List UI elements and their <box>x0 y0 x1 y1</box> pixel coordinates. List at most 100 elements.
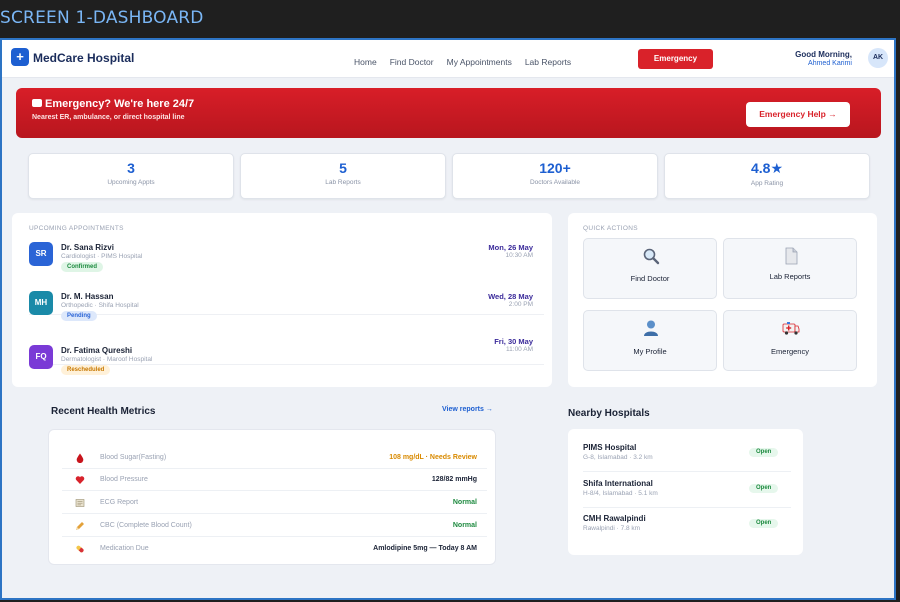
view-reports-link[interactable]: View reports → <box>442 406 493 413</box>
hospital-name: PIMS Hospital <box>583 443 637 452</box>
metric-label: CBC (Complete Blood Count) <box>100 522 192 529</box>
stat-card-doctors: 120+ Doctors Available <box>452 153 658 199</box>
appointment-date: Fri, 30 May <box>494 337 533 346</box>
document-icon <box>785 247 798 265</box>
status-badge: Pending <box>61 311 97 321</box>
metric-label: Blood Sugar(Fasting) <box>100 454 167 461</box>
health-metrics-title: Recent Health Metrics <box>51 406 156 417</box>
appointment-time: 2:00 PM <box>508 301 533 308</box>
emergency-help-button[interactable]: Emergency Help → <box>746 102 850 127</box>
doctor-name: Dr. M. Hassan <box>61 292 114 301</box>
panel-label: UPCOMING APPOINTMENTS <box>29 225 124 232</box>
nav-find-doctor[interactable]: Find Doctor <box>390 57 434 67</box>
metric-row[interactable]: CBC (Complete Blood Count) Normal <box>62 515 487 537</box>
person-icon <box>644 320 658 336</box>
metric-row[interactable]: Blood Pressure 128/82 mmHg <box>62 469 487 491</box>
banner-title: Emergency? We're here 24/7 <box>45 98 195 110</box>
quick-action-label: Find Doctor <box>630 274 670 283</box>
nearby-hospitals-panel: PIMS Hospital G-8, Islamabad · 3.2 km Op… <box>568 429 803 555</box>
emergency-button[interactable]: Emergency <box>638 49 713 69</box>
metric-row[interactable]: Blood Sugar(Fasting) 108 mg/dL · Needs R… <box>62 447 487 469</box>
stat-value: 120+ <box>539 160 571 176</box>
doctor-avatar: MH <box>29 291 53 315</box>
brand-name[interactable]: MedCare Hospital <box>33 51 134 65</box>
pencil-icon <box>76 522 84 530</box>
health-metrics-panel: Blood Sugar(Fasting) 108 mg/dL · Needs R… <box>48 429 496 565</box>
quick-action-emergency[interactable]: Emergency <box>723 310 857 371</box>
status-badge: Rescheduled <box>61 365 111 375</box>
main-nav: Home Find Doctor My Appointments Lab Rep… <box>354 57 571 67</box>
stat-value: 5 <box>339 160 347 176</box>
ambulance-icon <box>782 322 800 335</box>
quick-action-my-profile[interactable]: My Profile <box>583 310 717 371</box>
quick-action-label: Emergency <box>771 347 809 356</box>
banner-subtitle: Nearest ER, ambulance, or direct hospita… <box>32 114 185 121</box>
open-badge: Open <box>749 484 779 493</box>
report-icon <box>75 499 85 507</box>
quick-action-label: Lab Reports <box>769 272 811 281</box>
user-name: Ahmed Karimi <box>808 60 852 67</box>
doctor-specialty: Cardiologist · PIMS Hospital <box>61 253 143 260</box>
greeting: Good Morning, Ahmed Karimi <box>782 50 852 67</box>
banner-title-wrap: Emergency? We're here 24/7 <box>32 98 194 110</box>
stat-label: Doctors Available <box>529 179 581 186</box>
ambulance-icon <box>32 99 42 107</box>
metric-value: Normal <box>452 522 477 529</box>
metric-label: ECG Report <box>100 499 139 506</box>
doctor-avatar: FQ <box>29 345 53 369</box>
hospital-name: CMH Rawalpindi <box>583 514 646 523</box>
metric-label: Blood Pressure <box>100 476 148 483</box>
nav-my-appointments[interactable]: My Appointments <box>447 57 512 67</box>
quick-action-lab-reports[interactable]: Lab Reports <box>723 238 857 299</box>
magnifier-icon <box>643 248 660 265</box>
open-badge: Open <box>749 519 779 528</box>
appointment-item[interactable]: MH Dr. M. Hassan Orthopedic · Shifa Hosp… <box>29 291 544 337</box>
heart-icon <box>75 476 85 484</box>
hospital-item[interactable]: CMH Rawalpindi Rawalpindi · 7.8 km Open <box>583 509 791 543</box>
quick-actions-panel: QUICK ACTIONS Find Doctor Lab Reports My… <box>568 213 877 387</box>
metric-label: Medication Due <box>100 545 149 552</box>
stat-label: Lab Reports <box>325 179 361 186</box>
logo-icon[interactable]: + <box>11 48 29 66</box>
status-badge: Confirmed <box>61 262 103 272</box>
upcoming-appointments-panel: UPCOMING APPOINTMENTS SR Dr. Sana Rizvi … <box>12 213 552 387</box>
appointment-time: 11:00 AM <box>506 346 533 353</box>
stat-value: 4.8★ <box>750 160 783 176</box>
quick-action-label: My Profile <box>633 347 667 356</box>
nav-lab-reports[interactable]: Lab Reports <box>525 57 571 67</box>
hospital-meta: H-8/4, Islamabad · 5.1 km <box>583 490 658 497</box>
panel-label: QUICK ACTIONS <box>583 225 638 232</box>
blood-drop-icon <box>76 453 84 463</box>
appointment-time: 10:30 AM <box>505 252 533 259</box>
greeting-text: Good Morning, <box>795 50 852 59</box>
appointment-item[interactable]: SR Dr. Sana Rizvi Cardiologist · PIMS Ho… <box>29 242 544 288</box>
doctor-name: Dr. Fatima Qureshi <box>61 346 133 355</box>
hospital-item[interactable]: Shifa International H-8/4, Islamabad · 5… <box>583 474 791 508</box>
emergency-banner: Emergency? We're here 24/7 Nearest ER, a… <box>16 88 881 138</box>
appointment-date: Mon, 26 May <box>488 243 533 252</box>
metric-value: Amlodipine 5mg — Today 8 AM <box>373 545 477 552</box>
hospital-meta: G-8, Islamabad · 3.2 km <box>583 454 653 461</box>
nearby-hospitals-title: Nearby Hospitals <box>568 408 650 419</box>
appointment-item[interactable]: FQ Dr. Fatima Qureshi Dermatologist · Ma… <box>29 337 544 391</box>
stat-card-upcoming: 3 Upcoming Appts <box>28 153 234 199</box>
doctor-avatar: SR <box>29 242 53 266</box>
open-badge: Open <box>749 448 779 457</box>
metric-row[interactable]: Medication Due Amlodipine 5mg — Today 8 … <box>62 538 487 560</box>
hospital-name: Shifa International <box>583 479 653 488</box>
stat-label: Upcoming Appts <box>107 179 155 186</box>
nav-home[interactable]: Home <box>354 57 377 67</box>
metric-value: 128/82 mmHg <box>431 476 477 483</box>
metric-value: Normal <box>452 499 477 506</box>
stat-card-lab-reports: 5 Lab Reports <box>240 153 446 199</box>
hospital-item[interactable]: PIMS Hospital G-8, Islamabad · 3.2 km Op… <box>583 438 791 472</box>
metric-value: 108 mg/dL · Needs Review <box>389 454 477 461</box>
screen-label: SCREEN 1-DASHBOARD <box>0 8 204 28</box>
pill-icon <box>76 545 84 553</box>
quick-action-find-doctor[interactable]: Find Doctor <box>583 238 717 299</box>
metric-row[interactable]: ECG Report Normal <box>62 492 487 514</box>
stat-label: App Rating <box>750 180 784 187</box>
app-frame: + MedCare Hospital Home Find Doctor My A… <box>0 38 896 600</box>
avatar[interactable]: AK <box>868 48 888 68</box>
doctor-name: Dr. Sana Rizvi <box>61 243 114 252</box>
